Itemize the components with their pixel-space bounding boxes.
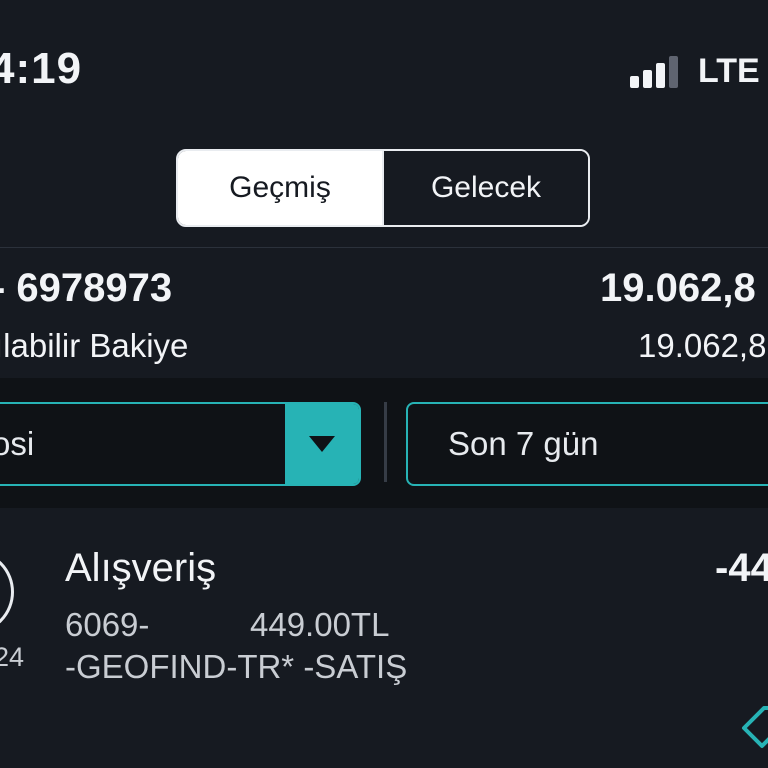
filter-divider — [384, 402, 387, 482]
status-time: 4:19 — [0, 44, 83, 93]
history-segmented-control: Geçmiş Gelecek — [176, 149, 590, 227]
transaction-date-year: 24 — [0, 642, 25, 672]
divider — [0, 247, 768, 248]
transaction-price: 449.00TL — [250, 606, 390, 643]
tab-past[interactable]: Geçmiş — [178, 151, 382, 225]
account-balance: 19.062,8 — [600, 266, 756, 310]
transaction-type-value: osi — [0, 425, 35, 462]
transaction-amount: -44 — [715, 546, 768, 590]
dropdown-toggle[interactable] — [285, 404, 359, 484]
period-dropdown[interactable]: Son 7 gün — [406, 402, 768, 486]
transaction-date-badge — [0, 550, 14, 634]
transaction-merchant: -GEOFIND-TR* -SATIŞ — [65, 648, 408, 685]
available-balance-label: ılabilir Bakiye — [0, 327, 189, 364]
price-tag-icon[interactable] — [738, 700, 768, 750]
available-balance: 19.062,8 — [638, 327, 767, 364]
triangle-down-icon — [309, 436, 335, 452]
tab-future[interactable]: Gelecek — [382, 151, 588, 225]
transaction-reference: 6069- — [65, 606, 150, 643]
transaction-title[interactable]: Alışveriş — [65, 546, 216, 591]
network-type: LTE — [698, 52, 760, 90]
account-number: - 6978973 — [0, 266, 173, 310]
transaction-type-dropdown[interactable]: osi — [0, 402, 361, 486]
screen: 4:19 LTE Geçmiş Gelecek - 6978973 19.062… — [0, 0, 768, 768]
cellular-signal-icon — [630, 54, 686, 88]
